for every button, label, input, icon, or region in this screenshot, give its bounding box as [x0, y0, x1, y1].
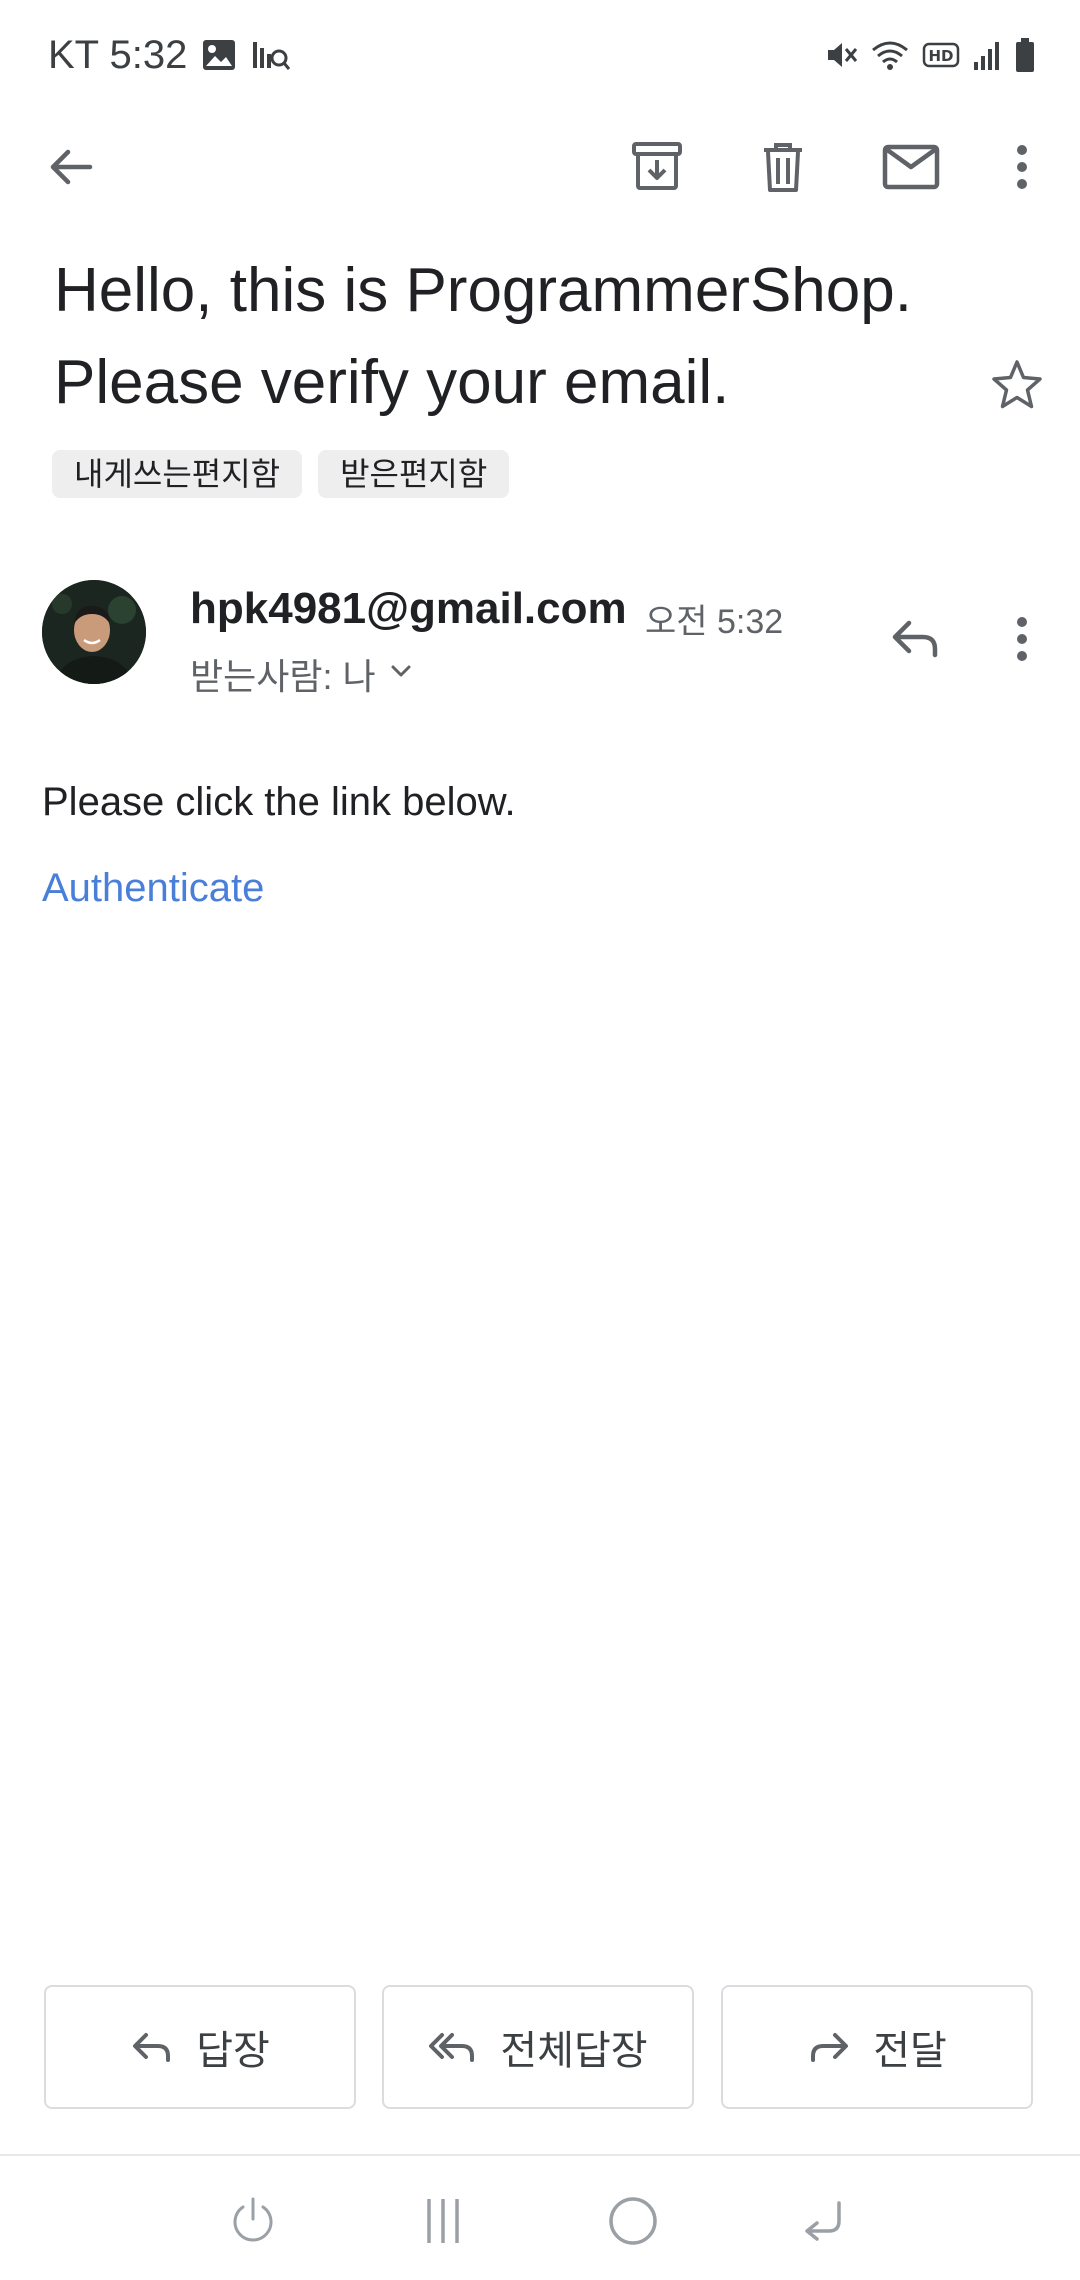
email-subject: Hello, this is ProgrammerShop. Please ve…	[54, 245, 954, 429]
recipient-details-toggle[interactable]: 받는사람: 나	[190, 648, 416, 700]
sent-time: 오전 5:32	[645, 603, 784, 641]
more-vert-icon[interactable]	[987, 604, 1057, 674]
delete-icon[interactable]	[748, 132, 818, 202]
status-left: KT 5:32	[48, 30, 291, 80]
hd-voice-icon: HD	[922, 38, 960, 72]
mute-icon	[824, 38, 858, 72]
more-vert-icon[interactable]	[987, 132, 1057, 202]
mark-unread-icon[interactable]	[876, 132, 946, 202]
recipient-label: 받는사람: 나	[190, 656, 376, 697]
power-icon[interactable]	[218, 2186, 288, 2256]
home-icon[interactable]	[598, 2186, 668, 2256]
sender-row: hpk4981@gmail.com 오전 5:32 받는사람: 나	[0, 580, 1080, 697]
reply-all-label: 전체답장	[500, 2029, 648, 2073]
reply-button[interactable]: 답장	[44, 1985, 356, 2109]
avatar[interactable]	[42, 580, 146, 684]
wifi-icon	[870, 38, 910, 72]
subject-line-1: Hello, this is ProgrammerShop.	[54, 256, 912, 325]
archive-icon[interactable]	[622, 132, 692, 202]
reply-icon[interactable]	[880, 604, 950, 674]
svg-text:HD: HD	[928, 47, 953, 65]
email-body-text: Please click the link below.	[42, 780, 516, 824]
action-row: 답장 전체답장 전달	[0, 1985, 1080, 2113]
star-icon[interactable]	[982, 350, 1052, 420]
recent-apps-icon[interactable]	[408, 2186, 478, 2256]
chevron-down-icon	[386, 653, 416, 695]
label-chip-inbox[interactable]: 받은편지함	[318, 450, 510, 498]
battery-icon	[1014, 37, 1036, 73]
reply-icon	[130, 2029, 174, 2065]
authenticate-link[interactable]: Authenticate	[42, 866, 264, 911]
label-chips: 내게쓰는편지함 받은편지함	[52, 450, 510, 498]
gallery-icon	[201, 38, 237, 72]
subject-line-2: Please verify your email.	[54, 348, 730, 417]
forward-button[interactable]: 전달	[721, 1985, 1033, 2109]
system-nav-bar	[0, 2156, 1080, 2280]
status-right: HD	[824, 30, 1036, 80]
reply-all-button[interactable]: 전체답장	[382, 1985, 694, 2109]
forward-label: 전달	[873, 2029, 947, 2073]
signal-icon	[972, 38, 1002, 72]
back-arrow-icon[interactable]	[36, 132, 106, 202]
reply-all-icon	[428, 2029, 478, 2065]
carrier-time: KT 5:32	[48, 32, 188, 77]
toolbar	[0, 110, 1080, 220]
label-chip-sent-to-self[interactable]: 내게쓰는편지함	[52, 450, 303, 498]
reply-label: 답장	[196, 2029, 270, 2073]
sender-email: hpk4981@gmail.com	[190, 584, 627, 633]
back-icon[interactable]	[788, 2186, 858, 2256]
forward-icon	[807, 2029, 851, 2065]
scan-search-icon	[251, 38, 291, 72]
status-bar: KT 5:32 HD	[0, 0, 1080, 110]
